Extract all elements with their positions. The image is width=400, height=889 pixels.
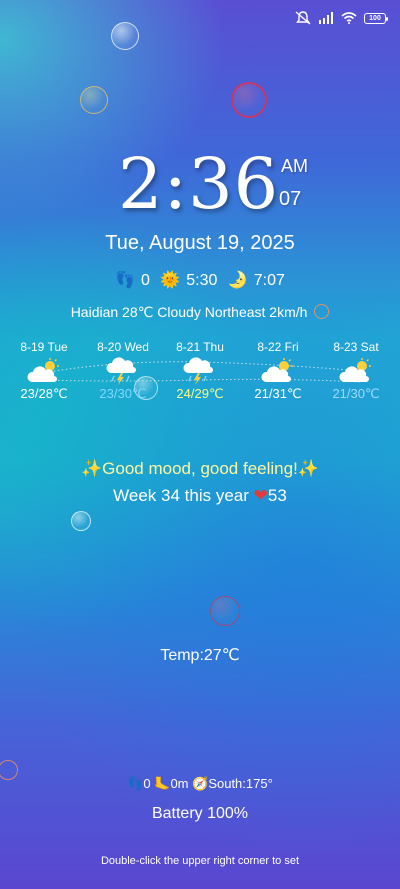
forecast-temps: 21/30℃: [332, 386, 380, 401]
forecast-day: 8-21 Thu 24/29℃: [164, 340, 236, 401]
footprints-icon: 👣: [127, 776, 144, 791]
thunderstorm-icon: [164, 356, 236, 386]
cellular-signal-icon: [318, 12, 334, 24]
location-weather[interactable]: Haidian 28℃ Cloudy Northeast 2km/h: [0, 304, 400, 321]
forecast-day: 8-20 Wed 23/30℃: [87, 340, 159, 401]
forecast-temps: 21/31℃: [254, 386, 302, 401]
notifications-off-icon: [295, 11, 311, 25]
status-bar: 100: [295, 10, 388, 26]
wifi-icon: [341, 12, 357, 24]
forecast-day: 8-19 Tue 23/28℃: [8, 340, 80, 401]
sun-steps-row: 👣 0 🌞 5:30 🌛 7:07: [0, 270, 400, 290]
forecast-day: 8-22 Fri 21/31℃: [242, 340, 314, 401]
altitude-icon: 🦶: [154, 776, 171, 791]
days-count: 53: [267, 486, 287, 505]
clock-seconds: 07: [279, 188, 302, 210]
compass-value: South:175°: [208, 776, 273, 791]
battery-status-text: Battery 100%: [151, 805, 249, 822]
forecast-day-label: 8-21 Thu: [176, 340, 224, 354]
settings-hint: Double-click the upper right corner to s…: [100, 855, 300, 867]
settings-corner-target[interactable]: [340, 30, 400, 90]
forecast-day-label: 8-20 Wed: [97, 340, 149, 354]
week-counter: Week 34 this year ❤53: [0, 486, 400, 506]
bubble-decoration: [80, 86, 108, 114]
date-text: Tue, August 19, 2025: [105, 232, 295, 254]
footprints-icon: 👣: [115, 272, 135, 289]
heart-icon: ❤: [253, 486, 268, 505]
battery-level: 100: [369, 14, 381, 22]
steps-count: 0: [140, 272, 150, 289]
bubble-decoration: [111, 22, 139, 50]
refresh-icon[interactable]: [314, 304, 330, 319]
mood-text: ✨Good mood, good feeling!✨: [81, 459, 319, 478]
partly-cloudy-icon: [320, 356, 392, 386]
partly-cloudy-icon: [242, 356, 314, 386]
sunrise-time: 5:30: [186, 272, 218, 289]
temperature-text: Temp:27℃: [160, 647, 240, 664]
steps-count: 0: [143, 776, 151, 791]
clock-ampm: AM: [281, 156, 308, 176]
forecast-day-label: 8-19 Tue: [20, 340, 68, 354]
bubble-decoration: [210, 596, 240, 626]
bubble-decoration: [71, 511, 91, 531]
forecast-row: 8-19 Tue 23/28℃ 8-20 Wed 23/30℃ 8-21 Thu…: [0, 340, 400, 404]
battery-icon: 100: [364, 12, 388, 24]
sunset-time: 7:07: [253, 272, 285, 289]
forecast-day: 8-23 Sat 21/30℃: [320, 340, 392, 401]
sunrise-icon: 🌞: [160, 272, 181, 289]
forecast-temps: 23/28℃: [20, 386, 68, 401]
forecast-temps: 23/30℃: [99, 386, 147, 401]
altitude-value: 0m: [170, 776, 189, 791]
clock-time: 2:36: [118, 143, 280, 225]
partly-cloudy-icon: [8, 356, 80, 386]
week-text: Week 34 this year: [113, 486, 249, 505]
moon-icon: 🌛: [227, 272, 248, 289]
forecast-day-label: 8-23 Sat: [333, 340, 379, 354]
thunderstorm-icon: [87, 356, 159, 386]
location-weather-text: Haidian 28℃ Cloudy Northeast 2km/h: [70, 304, 308, 320]
forecast-temps: 24/29℃: [176, 386, 224, 401]
compass-icon: 🧭: [192, 776, 209, 791]
bubble-decoration: [231, 82, 267, 118]
sensors-row: 👣0 🦶0m 🧭South:175°: [0, 776, 400, 792]
forecast-day-label: 8-22 Fri: [257, 340, 299, 354]
